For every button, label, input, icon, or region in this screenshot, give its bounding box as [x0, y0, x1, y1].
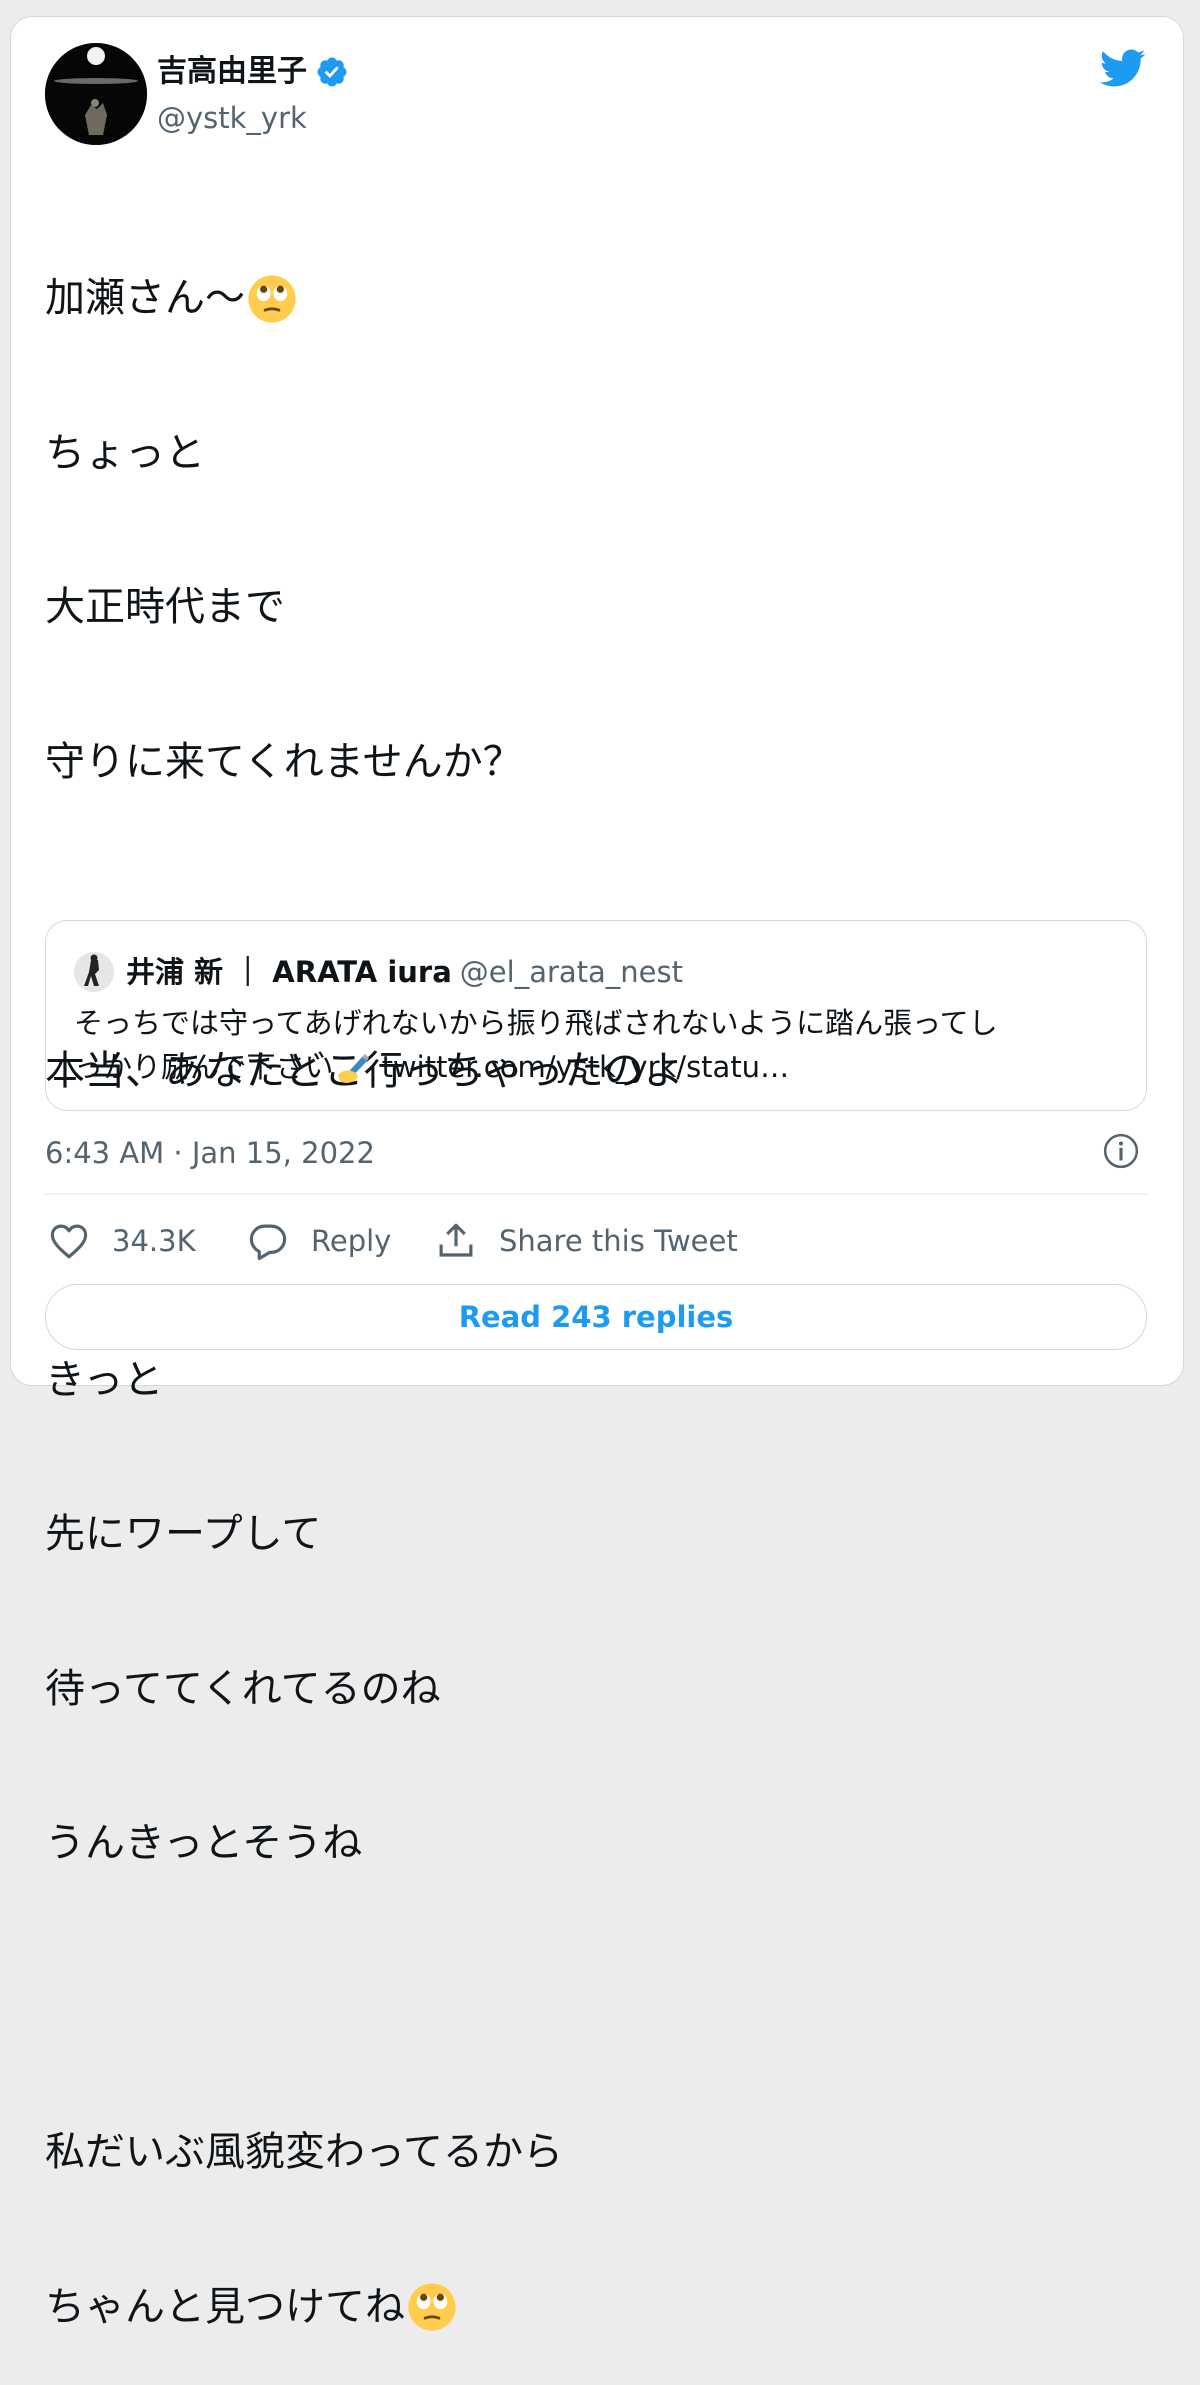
reply-button[interactable]: Reply	[247, 1215, 391, 1267]
tweet-line: 守りに来てくれませんか？	[45, 737, 1145, 789]
like-button[interactable]: 34.3K	[48, 1215, 196, 1267]
share-button[interactable]: Share this Tweet	[435, 1215, 738, 1267]
quoted-text-segment: っかり励んで下さい	[74, 1050, 334, 1084]
face-with-rolling-eyes-emoji-icon	[248, 275, 296, 323]
tweet-actions: 34.3K Reply Share this Tweet	[45, 1215, 1147, 1267]
divider	[45, 1193, 1147, 1195]
tweet-line: 先にワープして	[45, 1509, 1145, 1561]
quoted-text-line: っかり励んで下さい twitter.com/ystk_yrk/statu…	[74, 1045, 1124, 1089]
tweet-line: きっと	[45, 1355, 1145, 1407]
tweet-line-text: 加瀬さん〜	[45, 275, 245, 321]
author-avatar[interactable]	[45, 43, 147, 145]
tweet-line: 加瀬さん〜	[45, 273, 1145, 325]
heart-icon	[50, 1224, 88, 1259]
author-handle[interactable]: @ystk_yrk	[157, 98, 307, 138]
like-count: 34.3K	[112, 1224, 196, 1258]
tweet-line-text: ちょっと	[45, 429, 205, 476]
tweet-line	[45, 1973, 1145, 2025]
quoted-tweet[interactable]: 井浦 新 ｜ ARATA iura @el_arata_nest そっちでは守って…	[45, 920, 1147, 1111]
reply-label: Reply	[311, 1224, 392, 1258]
writing-hand-emoji-icon	[337, 1054, 369, 1083]
share-label: Share this Tweet	[499, 1224, 738, 1258]
tweet-line-text: 先にワープして	[45, 1511, 322, 1557]
reply-bubble-icon	[249, 1224, 287, 1261]
tweet-text: 加瀬さん〜 ちょっと 大正時代まで 守りに来てくれませんか？ 本当、あなたどこ行…	[45, 170, 1145, 2385]
quoted-tweet-text: そっちでは守ってあげれないから振り飛ばされないように踏ん張ってし っかり励んで下…	[74, 1001, 1124, 1089]
author-name[interactable]: 吉高由里子	[157, 52, 349, 92]
quoted-author-name[interactable]: 井浦 新 ｜ ARATA iura	[126, 955, 452, 989]
tweet-line: 大正時代まで	[45, 582, 1145, 634]
quoted-text-line: そっちでは守ってあげれないから振り飛ばされないように踏ん張ってし	[74, 1006, 998, 1040]
twitter-bird-icon[interactable]	[1096, 44, 1148, 92]
quoted-author-avatar[interactable]	[74, 952, 114, 992]
tweet-line-text: 待っててくれてるのね	[45, 1665, 441, 1712]
verified-badge-icon	[317, 57, 347, 87]
tweet-line-text: 守りに来てくれませんか？	[45, 738, 523, 785]
read-replies-button[interactable]: Read 243 replies	[45, 1284, 1147, 1350]
tweet-line: 私だいぶ風貌変わってるから	[45, 2127, 1145, 2179]
author-name-text[interactable]: 吉高由里子	[157, 52, 307, 92]
tweet-line-text: 大正時代まで	[45, 584, 285, 630]
tweet-line: 待っててくれてるのね	[45, 1664, 1145, 1716]
quoted-author[interactable]: 井浦 新 ｜ ARATA iura @el_arata_nest	[126, 951, 683, 993]
tweet-line-text: 私だいぶ風貌変わってるから	[45, 2129, 563, 2175]
share-upload-icon	[439, 1223, 473, 1257]
tweet-line-text: うんきっとそうね	[45, 1820, 363, 1866]
quoted-author-handle[interactable]: @el_arata_nest	[460, 955, 683, 989]
info-icon[interactable]	[1102, 1132, 1140, 1170]
quoted-link[interactable]: twitter.com/ystk_yrk/statu…	[382, 1045, 790, 1089]
tweet-line: うんきっとそうね	[45, 1818, 1145, 1870]
tweet-timestamp[interactable]: 6:43 AM · Jan 15, 2022	[45, 1133, 375, 1173]
face-with-rolling-eyes-emoji-icon	[408, 2283, 456, 2331]
tweet-line-text: ちゃんと見つけてね	[45, 2283, 405, 2330]
tweet-line: ちょっと	[45, 428, 1145, 480]
tweet-line-text: きっと	[45, 1356, 164, 1403]
tweet-line: ちゃんと見つけてね	[45, 2282, 1145, 2334]
